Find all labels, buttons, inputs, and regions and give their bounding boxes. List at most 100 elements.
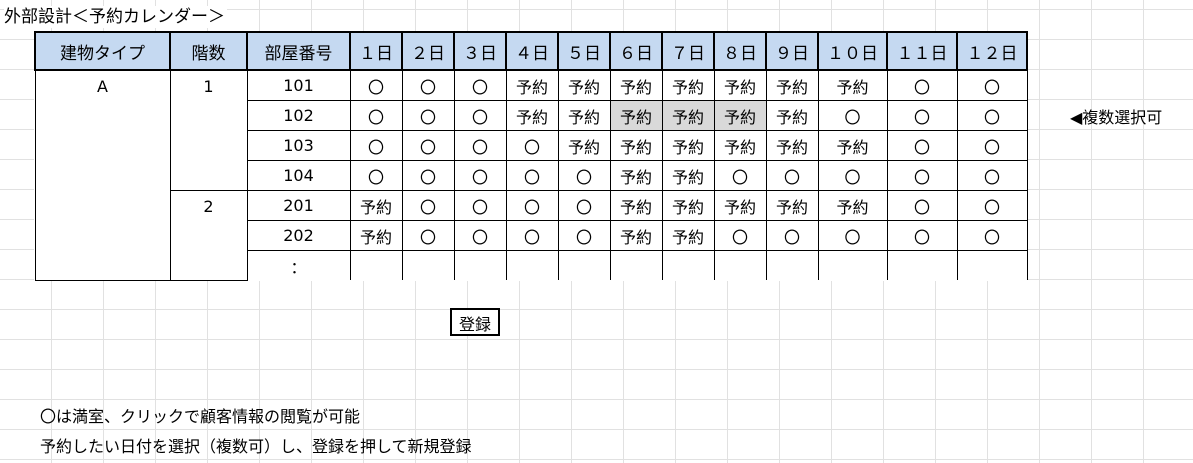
- day-cell[interactable]: 予約: [713, 69, 767, 101]
- day-cell[interactable]: 予約: [713, 130, 767, 161]
- day-cell[interactable]: 予約: [349, 190, 403, 221]
- day-cell[interactable]: 〇: [886, 100, 958, 131]
- day-cell[interactable]: 〇: [401, 160, 455, 191]
- day-cell[interactable]: 予約: [609, 160, 663, 191]
- column-header: ４日: [505, 31, 559, 71]
- day-cell[interactable]: 予約: [661, 220, 715, 251]
- day-cell[interactable]: [453, 250, 507, 280]
- day-cell[interactable]: 〇: [453, 220, 507, 251]
- day-cell[interactable]: 〇: [956, 190, 1028, 221]
- day-cell[interactable]: 予約: [713, 190, 767, 221]
- day-cell[interactable]: 予約: [817, 69, 888, 101]
- column-header: １日: [349, 31, 403, 71]
- day-cell[interactable]: 〇: [401, 100, 455, 131]
- day-cell[interactable]: 〇: [349, 130, 403, 161]
- room-number-cell: 104: [246, 160, 351, 191]
- column-header: 部屋番号: [246, 31, 351, 71]
- day-cell[interactable]: [609, 250, 663, 280]
- day-cell[interactable]: 〇: [557, 190, 611, 221]
- day-cell[interactable]: 〇: [713, 220, 767, 251]
- day-cell[interactable]: 〇: [765, 220, 819, 251]
- day-cell[interactable]: [557, 250, 611, 280]
- day-cell[interactable]: 予約: [609, 190, 663, 221]
- day-cell[interactable]: 〇: [453, 100, 507, 131]
- day-cell[interactable]: 〇: [349, 69, 403, 101]
- day-cell[interactable]: 〇: [349, 100, 403, 131]
- day-cell[interactable]: [349, 250, 403, 280]
- day-cell[interactable]: [505, 250, 559, 280]
- day-cell[interactable]: 〇: [886, 69, 958, 101]
- day-cell[interactable]: 〇: [505, 190, 559, 221]
- day-cell[interactable]: 予約: [557, 100, 611, 131]
- day-cell[interactable]: 予約: [661, 100, 715, 131]
- day-cell[interactable]: 予約: [505, 69, 559, 101]
- day-cell[interactable]: 〇: [453, 190, 507, 221]
- day-cell[interactable]: 予約: [817, 130, 888, 161]
- day-cell[interactable]: 〇: [817, 100, 888, 131]
- column-header: 建物タイプ: [34, 31, 171, 71]
- day-cell[interactable]: 予約: [609, 220, 663, 251]
- day-cell[interactable]: 〇: [505, 220, 559, 251]
- day-cell[interactable]: 予約: [609, 130, 663, 161]
- day-cell[interactable]: 〇: [817, 160, 888, 191]
- room-number-cell: 103: [246, 130, 351, 161]
- day-cell[interactable]: 予約: [817, 190, 888, 221]
- day-cell[interactable]: 〇: [886, 190, 958, 221]
- column-header: ２日: [401, 31, 455, 71]
- day-cell[interactable]: 予約: [713, 100, 767, 131]
- day-cell[interactable]: [817, 250, 888, 280]
- day-cell[interactable]: 〇: [505, 130, 559, 161]
- column-header: ７日: [661, 31, 715, 71]
- day-cell[interactable]: [661, 250, 715, 280]
- day-cell[interactable]: 予約: [505, 100, 559, 131]
- day-cell[interactable]: 〇: [401, 190, 455, 221]
- column-header: ５日: [557, 31, 611, 71]
- day-cell[interactable]: 〇: [557, 220, 611, 251]
- header-row: 建物タイプ 階数 部屋番号 １日 ２日 ３日 ４日 ５日 ６日 ７日 ８日 ９日 １０日 １１日 １２日: [34, 31, 1028, 71]
- day-cell[interactable]: 〇: [557, 160, 611, 191]
- day-cell[interactable]: 予約: [661, 160, 715, 191]
- day-cell[interactable]: [956, 250, 1028, 280]
- day-cell[interactable]: [765, 250, 819, 280]
- day-cell[interactable]: [401, 250, 455, 280]
- day-cell[interactable]: 〇: [817, 220, 888, 251]
- building-type-cell: A: [34, 69, 171, 281]
- day-cell[interactable]: 〇: [505, 160, 559, 191]
- day-cell[interactable]: 予約: [765, 130, 819, 161]
- day-cell[interactable]: 予約: [557, 69, 611, 101]
- day-cell[interactable]: 〇: [453, 160, 507, 191]
- day-cell[interactable]: [713, 250, 767, 280]
- day-cell[interactable]: 〇: [453, 69, 507, 101]
- day-cell[interactable]: 予約: [609, 100, 663, 131]
- day-cell[interactable]: 〇: [401, 220, 455, 251]
- day-cell[interactable]: 予約: [609, 69, 663, 101]
- day-cell[interactable]: 予約: [765, 100, 819, 131]
- day-cell[interactable]: 予約: [661, 130, 715, 161]
- day-cell[interactable]: 〇: [886, 130, 958, 161]
- page-title: 外部設計＜予約カレンダー＞: [4, 6, 227, 28]
- day-cell[interactable]: 〇: [956, 160, 1028, 191]
- day-cell[interactable]: 〇: [453, 130, 507, 161]
- day-cell[interactable]: 〇: [956, 69, 1028, 101]
- day-cell[interactable]: 予約: [557, 130, 611, 161]
- day-cell[interactable]: 〇: [349, 160, 403, 191]
- footnote-full-status: 〇は満室、クリックで顧客情報の閲覧が可能: [40, 407, 361, 426]
- day-cell[interactable]: 〇: [956, 100, 1028, 131]
- day-cell[interactable]: 〇: [765, 160, 819, 191]
- room-number-cell: 202: [246, 220, 351, 251]
- day-cell[interactable]: 予約: [765, 69, 819, 101]
- day-cell[interactable]: 〇: [956, 220, 1028, 251]
- day-cell[interactable]: 予約: [765, 190, 819, 221]
- day-cell[interactable]: 〇: [886, 160, 958, 191]
- day-cell[interactable]: 予約: [349, 220, 403, 251]
- day-cell[interactable]: 〇: [401, 130, 455, 161]
- day-cell[interactable]: 予約: [661, 69, 715, 101]
- register-button[interactable]: 登録: [450, 308, 500, 336]
- day-cell[interactable]: 〇: [956, 130, 1028, 161]
- day-cell[interactable]: 予約: [661, 190, 715, 221]
- room-number-cell: 101: [246, 69, 351, 101]
- day-cell[interactable]: 〇: [886, 220, 958, 251]
- day-cell[interactable]: 〇: [713, 160, 767, 191]
- day-cell[interactable]: [886, 250, 958, 280]
- day-cell[interactable]: 〇: [401, 69, 455, 101]
